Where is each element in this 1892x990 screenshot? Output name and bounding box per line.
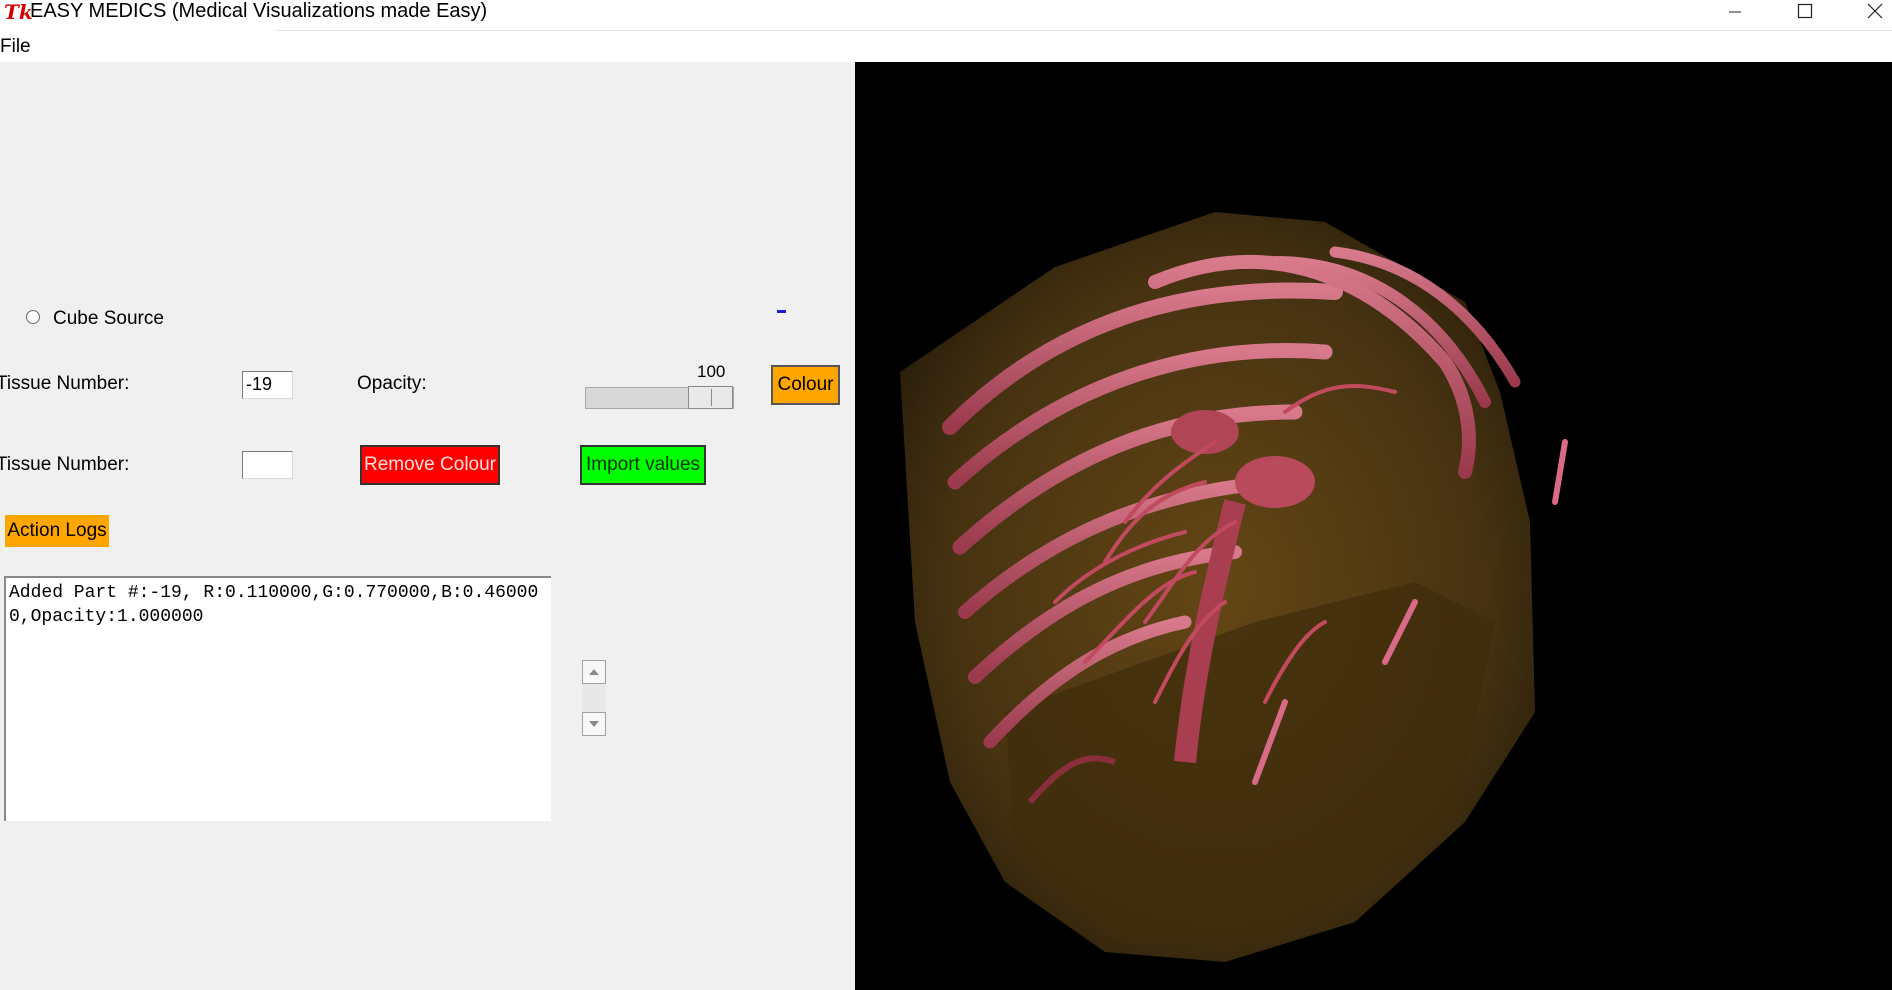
window-title: EASY MEDICS (Medical Visualizations made…	[30, 0, 488, 22]
tk-feather-icon: Tk	[4, 0, 33, 24]
close-button[interactable]	[1845, 0, 1892, 22]
colour-button[interactable]: Colour	[771, 365, 840, 405]
render-viewport[interactable]	[855, 62, 1892, 990]
arrow-up-icon	[589, 669, 599, 675]
action-log-text[interactable]: Added Part #:-19, R:0.110000,G:0.770000,…	[4, 576, 551, 821]
minimize-button[interactable]	[1705, 0, 1765, 22]
cube-source-radio[interactable]	[26, 310, 40, 324]
menu-bar	[0, 32, 1892, 62]
minimize-icon	[1729, 11, 1741, 13]
cube-source-label[interactable]: Cube Source	[53, 308, 164, 330]
arrow-down-icon	[589, 721, 599, 727]
blue-dash-indicator	[777, 310, 786, 313]
scroll-down-button[interactable]	[582, 712, 606, 736]
title-separator	[275, 30, 1892, 31]
scroll-track[interactable]	[582, 684, 606, 712]
tissue-number-input[interactable]: -19	[242, 371, 293, 399]
opacity-value: 100	[697, 362, 726, 381]
close-icon	[1867, 3, 1883, 19]
slider-grip	[711, 389, 712, 406]
tissue-number-label-2: Tissue Number:	[0, 454, 130, 475]
maximize-icon	[1797, 3, 1813, 19]
remove-colour-button[interactable]: Remove Colour	[360, 445, 500, 485]
maximize-button[interactable]	[1775, 0, 1835, 22]
volume-render-image	[900, 212, 1568, 962]
tissue-number-label: Tissue Number:	[0, 373, 130, 394]
tissue-number-input-2[interactable]	[242, 451, 293, 479]
opacity-label: Opacity:	[357, 373, 427, 394]
menu-file[interactable]: File	[0, 36, 31, 58]
scroll-up-button[interactable]	[582, 660, 606, 684]
import-values-button[interactable]: Import values	[580, 445, 706, 485]
action-logs-button[interactable]: Action Logs	[5, 515, 109, 547]
